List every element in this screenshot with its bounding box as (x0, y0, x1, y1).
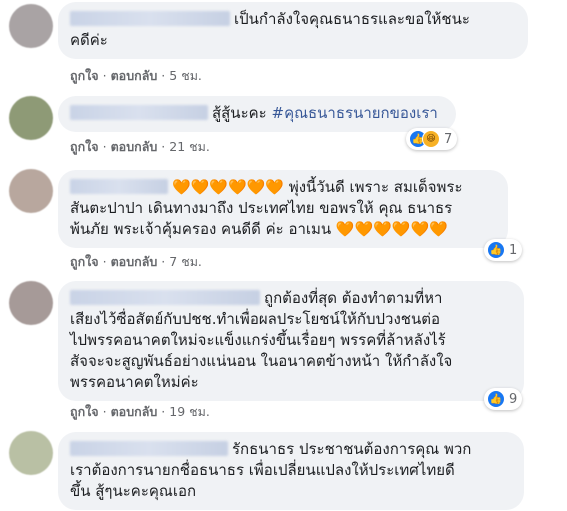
comment-line: พ้นภัย พระเจ้าคุ้มครอง คนดีดี ค่ะ อาเมน … (70, 220, 448, 238)
comment-actions: ถูกใจ · ตอบกลับ · 7 ชม. (70, 254, 202, 269)
commenter-avatar[interactable] (9, 96, 53, 140)
reaction-summary[interactable]: 👍 😆 7 (406, 128, 458, 150)
reply-link[interactable]: ตอบกลับ (111, 404, 158, 419)
comment-bubble: สู้สู้นะคะ #คุณธนาธรนายกของเรา (58, 96, 456, 132)
comment-bubble: เป็นกำลังใจคุณธนาธรและขอให้ชนะ คดีค่ะ (58, 2, 528, 59)
comment-line: รักธนาธร ประชาชนต้องการคุณ พวก (70, 439, 512, 460)
comment-actions: ถูกใจ · ตอบกลับ · 21 ชม. (70, 139, 210, 154)
commenter-name[interactable] (70, 105, 208, 120)
reply-link[interactable]: ตอบกลับ (111, 68, 158, 83)
comment-line: ถูกต้องที่สุด ต้องทำตามที่หา (70, 288, 512, 309)
comment-line: คดีค่ะ (70, 31, 108, 49)
comment-bubble: รักธนาธร ประชาชนต้องการคุณ พวก เราต้องกา… (58, 432, 524, 510)
reaction-summary[interactable]: 👍 1 (484, 239, 523, 261)
comment-line: ไปพรรคอนาคตใหม่จะแข็งแกร่งขึ้นเรื่อยๆ พร… (70, 331, 446, 349)
haha-icon: 😆 (422, 130, 440, 148)
comment-bubble: 🧡🧡🧡🧡🧡🧡 พุ่งนี้วันดี เพราะ สมเด็จพระ สันต… (58, 170, 508, 248)
comment-bubble: ถูกต้องที่สุด ต้องทำตามที่หา เสียงไว้ซื่… (58, 281, 524, 401)
reaction-count: 7 (444, 131, 453, 147)
like-link[interactable]: ถูกใจ (70, 139, 99, 154)
like-icon: 👍 (487, 390, 505, 408)
commenter-avatar[interactable] (9, 431, 53, 475)
commenter-avatar[interactable] (9, 169, 53, 213)
comment-line: เป็นกำลังใจคุณธนาธรและขอให้ชนะ (70, 9, 516, 30)
like-link[interactable]: ถูกใจ (70, 404, 99, 419)
comment-time[interactable]: 21 ชม. (169, 139, 210, 154)
like-link[interactable]: ถูกใจ (70, 254, 99, 269)
reply-link[interactable]: ตอบกลับ (111, 254, 158, 269)
comment-text: เป็นกำลังใจคุณธนาธรและขอให้ชนะ (234, 10, 470, 28)
comment-line: 🧡🧡🧡🧡🧡🧡 พุ่งนี้วันดี เพราะ สมเด็จพระ (70, 177, 496, 198)
commenter-name[interactable] (70, 290, 260, 305)
comment-actions: ถูกใจ · ตอบกลับ · 19 ชม. (70, 404, 210, 419)
reaction-count: 9 (509, 391, 518, 407)
comment-time[interactable]: 5 ชม. (169, 68, 202, 83)
like-link[interactable]: ถูกใจ (70, 68, 99, 83)
comment-time[interactable]: 19 ชม. (169, 404, 210, 419)
comment-text: รักธนาธร ประชาชนต้องการคุณ พวก (232, 440, 472, 458)
comment-line: เสียงไว้ซื่อสัตย์กับปชช.ทำเพื่อผลประโยชน… (70, 310, 440, 328)
reaction-count: 1 (509, 242, 518, 258)
comment-text: ถูกต้องที่สุด ต้องทำตามที่หา (264, 289, 443, 307)
comment-line: สันตะปาปา เดินทางมาถึง ประเทศไทย ขอพรให้… (70, 199, 453, 217)
commenter-avatar[interactable] (9, 4, 53, 48)
comment-text: 🧡🧡🧡🧡🧡🧡 พุ่งนี้วันดี เพราะ สมเด็จพระ (172, 178, 463, 196)
commenter-name[interactable] (70, 179, 168, 194)
hashtag-link[interactable]: #คุณธนาธรนายกของเรา (272, 104, 438, 122)
comment-actions: ถูกใจ · ตอบกลับ · 5 ชม. (70, 68, 202, 83)
commenter-name[interactable] (70, 11, 230, 26)
commenter-avatar[interactable] (9, 281, 53, 325)
comment-time[interactable]: 7 ชม. (169, 254, 202, 269)
reaction-summary[interactable]: 👍 9 (484, 388, 523, 410)
comment-line: สัจจะจะสูญพันธ์อย่างแน่นอน ในอนาคตข้างหน… (70, 352, 453, 370)
comment-line: เราต้องการนายกชื่อธนาธร เพื่อเปลี่ยนแปลง… (70, 461, 455, 479)
comment-line: พรรคอนาคตใหม่ค่ะ (70, 373, 199, 391)
reply-link[interactable]: ตอบกลับ (111, 139, 158, 154)
comment-text: สู้สู้นะคะ (212, 104, 267, 122)
like-icon: 👍 (487, 241, 505, 259)
comment-line: สู้สู้นะคะ #คุณธนาธรนายกของเรา (70, 103, 444, 124)
comment-line: ขึ้น สู้ๆนะคะคุณเอก (70, 482, 197, 500)
commenter-name[interactable] (70, 441, 228, 456)
